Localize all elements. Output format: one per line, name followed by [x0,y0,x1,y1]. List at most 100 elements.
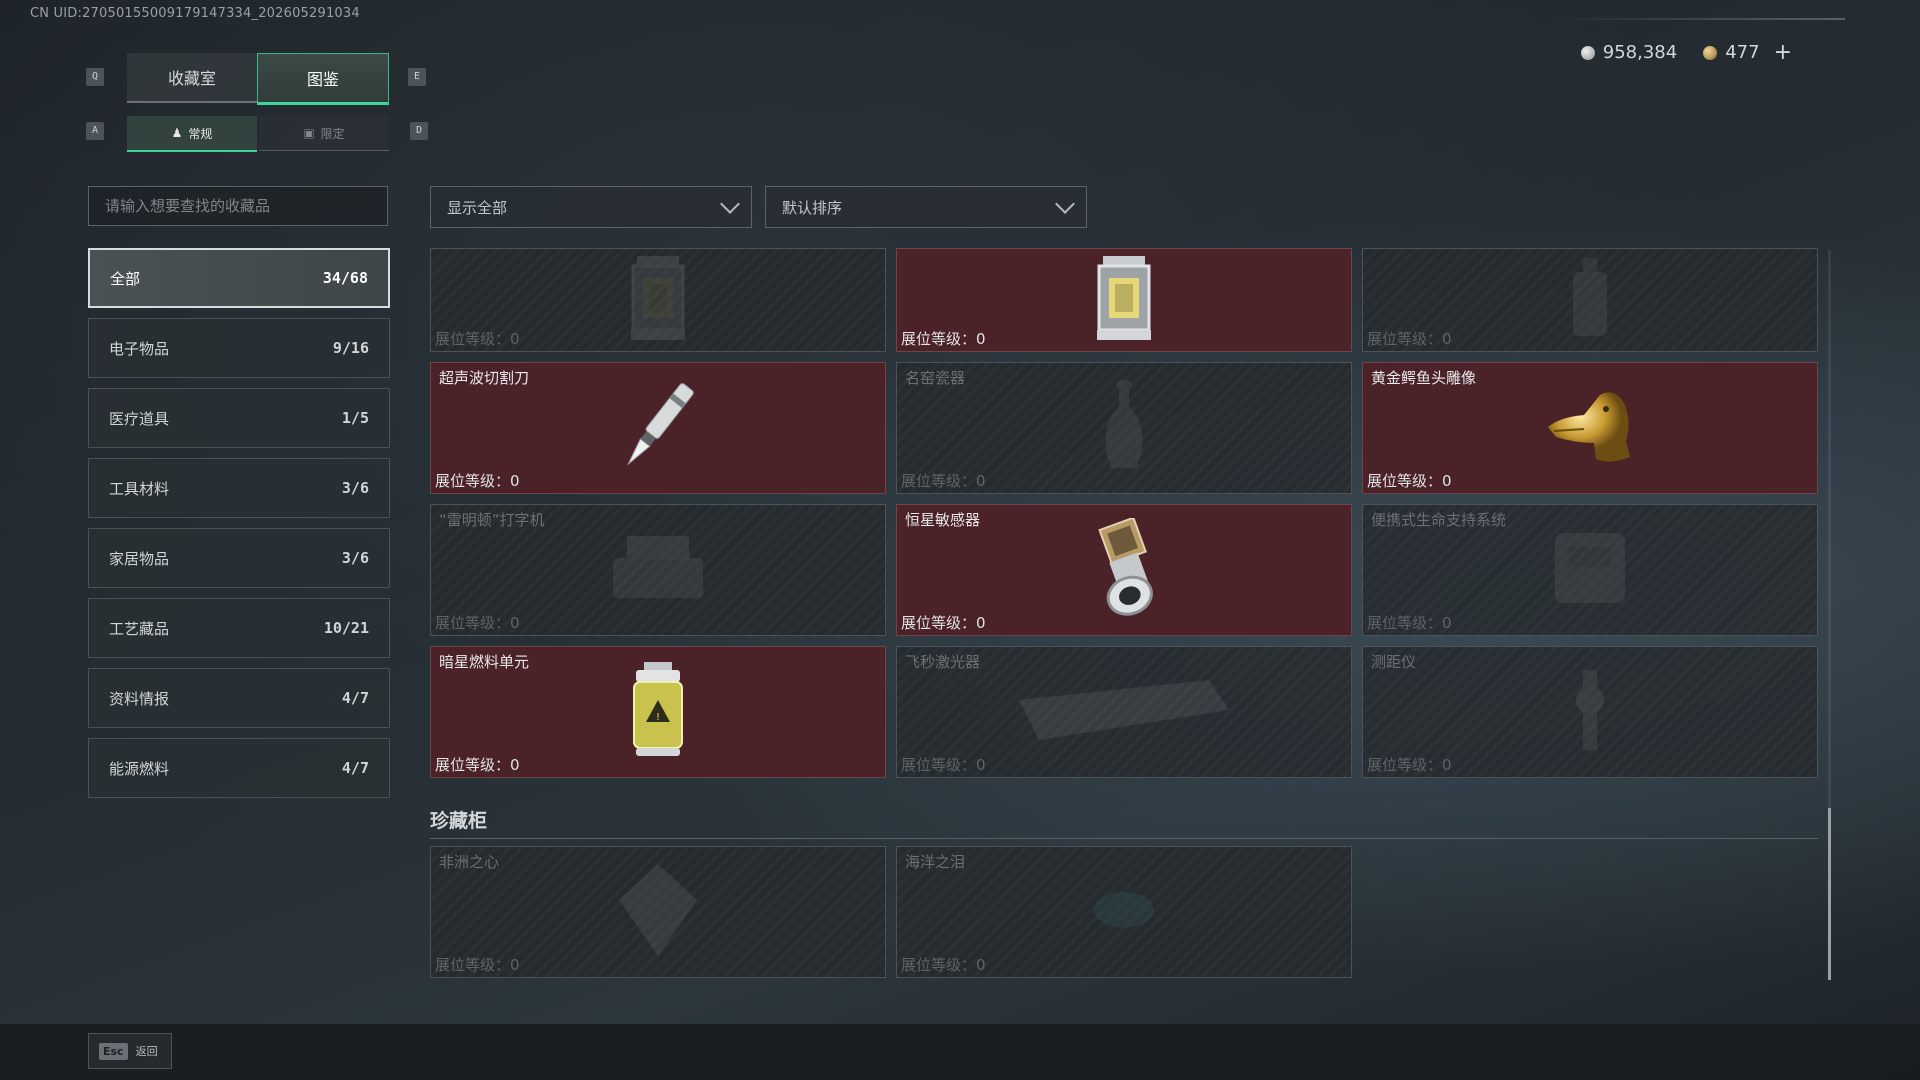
category-count: 3/6 [341,479,369,497]
category-label: 全部 [110,269,141,288]
collectible-card[interactable]: 展位等级：0 [430,248,886,352]
category-item[interactable]: 全部 34/68 [88,248,390,308]
booth-level: 展位等级：0 [901,954,986,975]
category-label: 工艺藏品 [109,619,170,638]
category-item[interactable]: 医疗道具 1/5 [88,388,390,448]
bottom-bar [0,1024,1920,1080]
booth-level-label: 展位等级： [435,330,511,348]
sort-dropdown-value: 默认排序 [782,198,843,217]
item-name: 海洋之泪 [905,853,966,871]
booth-level-label: 展位等级： [901,756,977,774]
collectible-card[interactable]: 展位等级：0 [896,248,1352,352]
rangefinder-icon [1565,660,1615,764]
booth-level: 展位等级：0 [435,612,520,633]
treasure-section-title: 珍藏柜 [430,810,488,832]
booth-level: 展位等级：0 [1367,754,1452,775]
booth-level: 展位等级：0 [901,328,986,349]
key-e-hint: E [408,68,426,86]
booth-level: 展位等级：0 [901,754,986,775]
category-item[interactable]: 能源燃料 4/7 [88,738,390,798]
category-item[interactable]: 工具材料 3/6 [88,458,390,518]
category-count: 1/5 [341,409,369,427]
category-item[interactable]: 家居物品 3/6 [88,528,390,588]
booth-level-value: 0 [976,472,986,490]
collectible-card[interactable]: 非洲之心 展位等级：0 [430,846,886,978]
key-a-hint: A [86,122,104,140]
chevron-down-icon [720,194,740,214]
subtab-regular[interactable]: ♟ 常规 [127,116,257,152]
collectible-card[interactable]: 便携式生命支持系统 展位等级：0 [1362,504,1818,636]
collectible-card[interactable]: 超声波切割刀 展位等级：0 [430,362,886,494]
booth-level: 展位等级：0 [901,612,986,633]
item-name: 恒星敏感器 [905,511,981,529]
booth-level: 展位等级：0 [435,328,520,349]
key-q-hint: Q [86,68,104,86]
booth-level-label: 展位等级： [901,956,977,974]
item-name: 暗星燃料单元 [439,653,530,671]
sort-dropdown[interactable]: 默认排序 [765,186,1087,228]
search-input[interactable] [89,187,387,225]
category-count: 4/7 [341,689,369,707]
category-count: 4/7 [341,759,369,777]
star-sensor-icon [1074,516,1174,622]
search-box[interactable] [88,186,388,226]
item-name: 飞秒激光器 [905,653,981,671]
filter-dropdown[interactable]: 显示全部 [430,186,752,228]
item-name: 名窑瓷器 [905,369,966,387]
tab-collection-room[interactable]: 收藏室 [127,53,257,103]
subtab-limited[interactable]: ▣ 限定 [259,116,389,151]
uid-label: CN UID:2705015500917914733​4_20260529103… [30,6,360,21]
booth-level-label: 展位等级： [1367,472,1443,490]
booth-level-value: 0 [510,956,520,974]
section-divider [430,838,1818,839]
gold-coin-icon [1703,45,1718,60]
collectible-card[interactable]: 展位等级：0 [1362,248,1818,352]
collectible-card[interactable]: 黄金鳄鱼头雕像 展位等级：0 [1362,362,1818,494]
category-label: 能源燃料 [109,759,170,778]
back-button[interactable]: Esc 返回 [88,1033,172,1069]
booth-level: 展位等级：0 [435,470,520,491]
bottle-icon [1565,256,1615,344]
scrollbar-thumb[interactable] [1828,808,1831,980]
booth-level: 展位等级：0 [435,754,520,775]
collectible-card[interactable]: “雷明顿”打字机展位等级：0 [430,504,886,636]
booth-level-label: 展位等级： [901,330,977,348]
item-name: 测距仪 [1371,653,1417,671]
booth-level-value: 0 [976,756,986,774]
collectible-card[interactable]: 飞秒激光器展位等级：0 [896,646,1352,778]
subtab-limited-label: 限定 [320,126,345,141]
gem-icon [1089,885,1159,939]
booth-level-label: 展位等级： [435,756,511,774]
collectible-card[interactable]: ! 暗星燃料单元展位等级：0 [430,646,886,778]
person-icon: ♟ [171,126,183,140]
item-name: 黄金鳄鱼头雕像 [1371,369,1477,387]
booth-level-value: 0 [510,756,520,774]
gold-amount: 477 [1725,42,1760,63]
svg-text:!: ! [656,712,660,723]
booth-level: 展位等级：0 [901,470,986,491]
add-currency-button[interactable]: + [1774,40,1792,65]
silver-amount: 958,384 [1602,42,1678,63]
category-item[interactable]: 资料情报 4/7 [88,668,390,728]
category-label: 工具材料 [109,479,170,498]
booth-level-value: 0 [976,956,986,974]
lantern-icon [623,254,693,346]
tab-catalog[interactable]: 图鉴 [257,53,389,105]
collectible-card[interactable]: 恒星敏感器展位等级：0 [896,504,1352,636]
booth-level-label: 展位等级： [1367,756,1443,774]
collectible-card[interactable]: 海洋之泪展位等级：0 [896,846,1352,978]
booth-level-value: 0 [510,330,520,348]
item-name: “雷明顿”打字机 [439,511,545,529]
back-label: 返回 [135,1045,158,1058]
booth-level-label: 展位等级： [1367,330,1443,348]
booth-level-label: 展位等级： [435,956,511,974]
item-name: 便携式生命支持系统 [1371,511,1507,529]
category-item[interactable]: 电子物品 9/16 [88,318,390,378]
collectible-card[interactable]: 名窑瓷器展位等级：0 [896,362,1352,494]
category-label: 资料情报 [109,689,170,708]
category-count: 10/21 [323,619,369,637]
category-label: 家居物品 [109,549,170,568]
booth-level-value: 0 [1442,614,1452,632]
collectible-card[interactable]: 测距仪展位等级：0 [1362,646,1818,778]
category-item[interactable]: 工艺藏品 10/21 [88,598,390,658]
